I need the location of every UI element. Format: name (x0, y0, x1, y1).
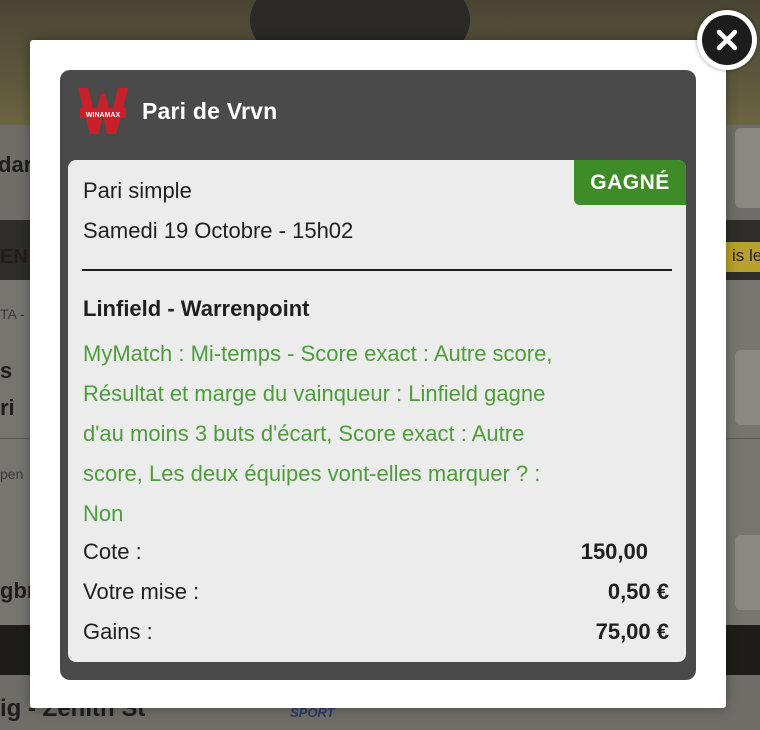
winnings-label: Gains : (83, 619, 153, 644)
close-icon[interactable] (702, 15, 752, 65)
background-text: pen (0, 466, 24, 482)
background-text: ri (0, 395, 15, 420)
selection-line: MyMatch : Mi-temps - Score exact : Autre… (83, 341, 553, 366)
stake-label: Votre mise : (83, 579, 200, 604)
match-name: Linfield - Warrenpoint (83, 296, 310, 321)
background-text: dar (0, 152, 33, 177)
background-yellow-badge: is les (722, 242, 760, 272)
background-text: TA - (0, 306, 25, 322)
background-side-button (735, 535, 760, 610)
selection-line: Non (83, 501, 124, 526)
logo-text: WINAMAX (86, 112, 121, 119)
bet-owner-title: Pari de Vrvn (142, 97, 278, 124)
bet-selection: MyMatch : Mi-temps - Score exact : Autre… (83, 334, 668, 534)
odds-label: Cote : (83, 539, 142, 564)
bet-ticket: GAGNÉ Pari simple Samedi 19 Octobre - 15… (68, 160, 686, 662)
bet-card-header: WINAMAX Pari de Vrvn (76, 86, 277, 136)
background-text: s (0, 358, 13, 383)
bet-date: Samedi 19 Octobre - 15h02 (83, 218, 354, 243)
background-section-title: EN (0, 246, 28, 268)
selection-line: score, Les deux équipes vont-elles marqu… (83, 461, 541, 486)
background-side-button (735, 350, 760, 425)
status-badge: GAGNÉ (574, 160, 686, 205)
selection-line: d'au moins 3 buts d'écart, Score exact :… (83, 421, 525, 446)
odds-value: 150,00 (580, 539, 648, 564)
winamax-logo: WINAMAX (76, 84, 130, 138)
selection-line: Résultat et marge du vainqueur : Linfiel… (83, 381, 546, 406)
divider (82, 269, 672, 271)
background-side-button (735, 128, 760, 208)
bet-type: Pari simple (83, 178, 192, 203)
winnings-value: 75,00 € (595, 619, 669, 644)
stake-value: 0,50 € (607, 579, 669, 604)
close-button[interactable] (697, 10, 757, 70)
